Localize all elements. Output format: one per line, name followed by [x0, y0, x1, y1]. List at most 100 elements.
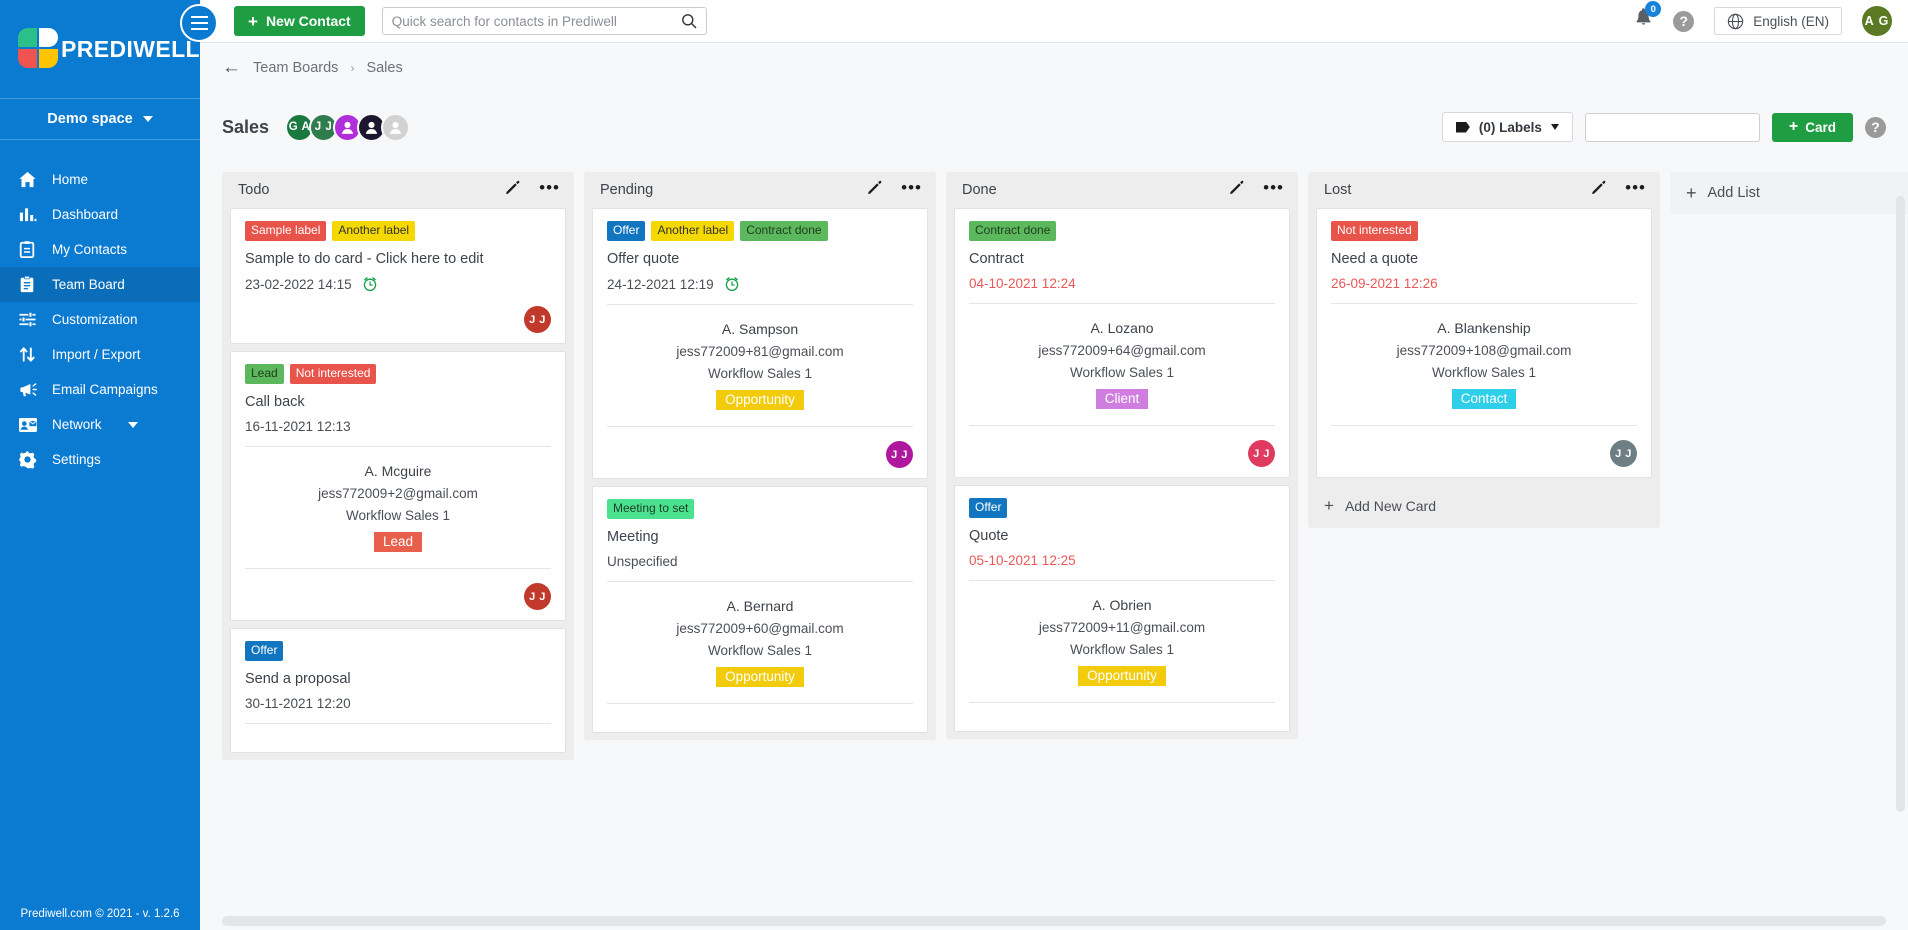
- list-more-options-icon[interactable]: •••: [539, 179, 560, 196]
- language-selector[interactable]: English (EN): [1714, 7, 1842, 35]
- card-footer-spacer: [245, 724, 551, 742]
- quick-search-input[interactable]: [391, 13, 681, 29]
- edit-list-icon[interactable]: [1228, 179, 1245, 201]
- card-label-chip[interactable]: Contract done: [740, 221, 828, 241]
- card-due-date: 23-02-2022 14:15: [245, 276, 551, 292]
- card-label-chip[interactable]: Offer: [245, 641, 284, 661]
- board-columns: Todo ••• Sample label Another label Sample t…: [200, 162, 1908, 930]
- card-due-date: 16-11-2021 12:13: [245, 419, 551, 434]
- edit-list-icon[interactable]: [504, 179, 521, 201]
- contacts-icon: [18, 240, 52, 259]
- board-search[interactable]: [1584, 112, 1778, 142]
- card-contact[interactable]: A. Lozano jess772009+64@gmail.com Workflow…: [969, 304, 1275, 413]
- alarm-clock-icon: [725, 277, 738, 292]
- sidebar-item-network[interactable]: Network: [0, 407, 200, 442]
- card-contact[interactable]: A. Bernard jess772009+60@gmail.com Workflo…: [607, 582, 913, 691]
- new-contact-button[interactable]: + New Contact: [234, 6, 365, 36]
- help-button[interactable]: ?: [1673, 10, 1695, 32]
- hamburger-menu-icon[interactable]: [180, 4, 218, 42]
- sidebar-item-email-campaigns[interactable]: Email Campaigns: [0, 372, 200, 407]
- tag-icon: [1455, 121, 1470, 133]
- edit-list-icon[interactable]: [1590, 179, 1607, 201]
- back-arrow-icon[interactable]: ←: [222, 58, 241, 77]
- card-contact[interactable]: A. Sampson jess772009+81@gmail.com Workflo…: [607, 305, 913, 414]
- list-more-options-icon[interactable]: •••: [1625, 179, 1646, 196]
- card-label-chip[interactable]: Not interested: [289, 364, 377, 384]
- card-labels: Lead Not interested: [245, 364, 551, 384]
- card-contact[interactable]: A. Blankenship jess772009+108@gmail.com Wo…: [1331, 304, 1637, 413]
- contact-name: A. Bernard: [726, 598, 794, 614]
- card-assignee-avatar[interactable]: J J: [886, 441, 913, 468]
- breadcrumb-team-boards[interactable]: Team Boards: [253, 60, 338, 76]
- add-card-button[interactable]: + Card: [1771, 112, 1853, 142]
- card-label-chip[interactable]: Another label: [651, 221, 735, 241]
- card-labels: Meeting to set: [607, 499, 913, 519]
- sidebar-item-home[interactable]: Home: [0, 162, 200, 197]
- board-card[interactable]: Not interested Need a quote 26-09-2021 12:…: [1316, 208, 1652, 478]
- user-avatar[interactable]: A G: [1862, 6, 1892, 36]
- sidebar-item-team-board[interactable]: Team Board: [0, 267, 200, 302]
- card-title: Call back: [245, 394, 305, 410]
- card-assignee-avatar[interactable]: J J: [524, 583, 551, 610]
- card-due-date-text: 23-02-2022 14:15: [245, 276, 352, 292]
- card-assignee-avatar[interactable]: J J: [1610, 440, 1637, 467]
- list-title: Todo: [238, 182, 270, 198]
- top-bar: + New Contact 0 ? English (EN): [200, 0, 1908, 43]
- vertical-scrollbar[interactable]: [1896, 196, 1905, 812]
- edit-list-icon[interactable]: [866, 179, 883, 201]
- sidebar-item-settings[interactable]: Settings: [0, 442, 200, 477]
- app-logo[interactable]: PREDIWELL: [0, 0, 200, 98]
- board-card[interactable]: Contract done Contract 04-10-2021 12:24 A. …: [954, 208, 1290, 478]
- list-more-options-icon[interactable]: •••: [901, 179, 922, 196]
- card-due-date: 24-12-2021 12:19: [607, 276, 913, 292]
- card-labels: Contract done: [969, 221, 1275, 241]
- sidebar-item-import-export[interactable]: Import / Export: [0, 337, 200, 372]
- board-card[interactable]: Offer Quote 05-10-2021 12:25 A. Obrien jess7…: [954, 485, 1290, 732]
- card-contact[interactable]: A. Mcguire jess772009+2@gmail.com Workflow…: [245, 447, 551, 556]
- card-label-chip[interactable]: Meeting to set: [607, 499, 695, 519]
- space-selector[interactable]: Demo space: [0, 98, 200, 140]
- card-label-chip[interactable]: Offer: [607, 221, 646, 241]
- card-contact[interactable]: A. Obrien jess772009+11@gmail.com Workflow…: [969, 581, 1275, 690]
- card-label-chip[interactable]: Not interested: [1331, 221, 1418, 241]
- labels-filter-button[interactable]: (0) Labels: [1441, 112, 1573, 142]
- sidebar-item-my-contacts[interactable]: My Contacts: [0, 232, 200, 267]
- list-actions: •••: [504, 179, 560, 201]
- megaphone-icon: [18, 380, 52, 399]
- board-search-input[interactable]: [1601, 119, 1778, 135]
- card-label-chip[interactable]: Lead: [245, 364, 284, 384]
- card-label-chip[interactable]: Offer: [969, 498, 1008, 518]
- list-more-options-icon[interactable]: •••: [1263, 179, 1284, 196]
- quick-search[interactable]: [381, 7, 707, 35]
- card-footer-spacer: [969, 703, 1275, 721]
- list-cards: Offer Another label Contract done Offer quo…: [584, 208, 936, 740]
- add-new-card-button[interactable]: + Add New Card: [1308, 485, 1660, 528]
- card-assignee-avatar[interactable]: J J: [1248, 440, 1275, 467]
- top-bar-right: 0 ? English (EN) A G: [1634, 1, 1908, 36]
- horizontal-scrollbar[interactable]: [222, 916, 1886, 926]
- contact-stage-badge: Lead: [373, 532, 423, 552]
- card-assignee-avatar[interactable]: J J: [524, 306, 551, 333]
- card-title: Quote: [969, 528, 1009, 544]
- add-list-button[interactable]: + Add List: [1670, 172, 1908, 214]
- sidebar-item-customization[interactable]: Customization: [0, 302, 200, 337]
- card-label-chip[interactable]: Sample label: [245, 221, 327, 241]
- list-actions: •••: [1590, 179, 1646, 201]
- new-contact-label: New Contact: [265, 13, 351, 29]
- card-labels: Sample label Another label: [245, 221, 551, 241]
- notifications-button[interactable]: 0: [1634, 1, 1662, 34]
- board-card[interactable]: Offer Another label Contract done Offer quo…: [592, 208, 928, 479]
- card-title: Meeting: [607, 529, 659, 545]
- card-footer: J J: [245, 569, 551, 610]
- board-card[interactable]: Offer Send a proposal 30-11-2021 12:20: [230, 628, 566, 753]
- card-label-chip[interactable]: Another label: [332, 221, 416, 241]
- board-help-button[interactable]: ?: [1865, 116, 1886, 138]
- contact-stage-badge: Client: [1095, 389, 1149, 409]
- card-label-chip[interactable]: Contract done: [969, 221, 1057, 241]
- board-member-avatar[interactable]: [381, 112, 411, 142]
- sidebar-item-dashboard[interactable]: Dashboard: [0, 197, 200, 232]
- board-card[interactable]: Meeting to set Meeting Unspecified A. Berna…: [592, 486, 928, 733]
- board-card[interactable]: Sample label Another label Sample to do ca…: [230, 208, 566, 344]
- board-card[interactable]: Lead Not interested Call back 16-11-2021 12…: [230, 351, 566, 621]
- board-list: Lost ••• Not interested Need a quote 26-09-2…: [1308, 172, 1660, 528]
